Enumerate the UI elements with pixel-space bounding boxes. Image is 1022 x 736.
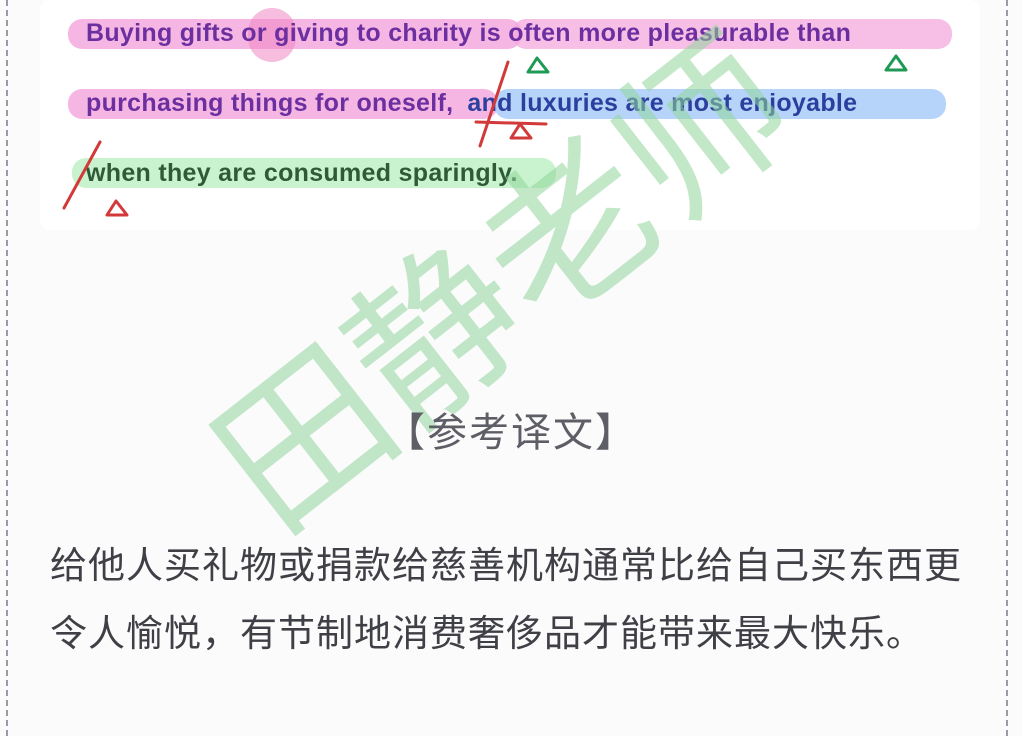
page-right-border (1006, 0, 1008, 736)
clause-2-text: and luxuries are most enjoyable (467, 89, 858, 117)
english-line-1: Buying gifts or giving to charity is oft… (86, 19, 851, 48)
clause-2-end-text: when they are consumed sparingly. (86, 159, 518, 187)
clause-1-end-text: purchasing things for oneself, (86, 89, 454, 117)
page-left-border (6, 0, 8, 736)
subject-text: Buying gifts or giving to charity (86, 19, 473, 47)
predicate-text: is often more pleasurable than (472, 19, 852, 47)
english-line-2: purchasing things for oneself, and luxuri… (86, 89, 857, 118)
english-line-3: when they are consumed sparingly. (86, 159, 518, 188)
translation-text: 给他人买礼物或捐款给慈善机构通常比给自己买东西更令人愉悦，有节制地消费奢侈品才能… (50, 544, 962, 655)
section-title: 【参考译文】 (385, 410, 637, 456)
